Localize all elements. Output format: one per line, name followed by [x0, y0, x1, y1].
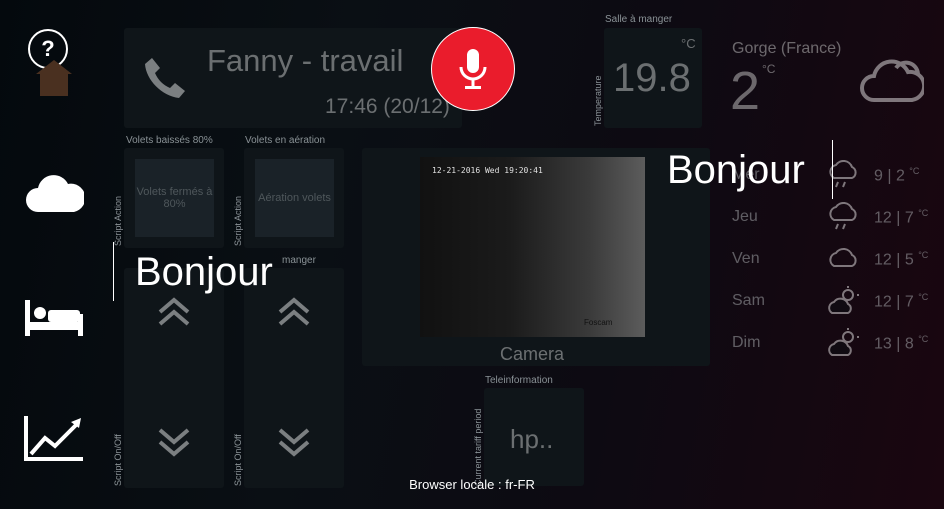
camera-timestamp: 12-21-2016 Wed 19:20:41 [432, 166, 543, 175]
weather-current-temp: 2 [730, 61, 761, 121]
forecast-day: Dim [732, 334, 761, 351]
forecast-unit: °C [918, 292, 929, 302]
forecast-temp: 12 | 5 [874, 251, 914, 269]
text-cursor [832, 140, 833, 199]
weather-nav-icon[interactable] [22, 166, 86, 222]
camera-overlay: Foscam [584, 318, 613, 327]
cloud-icon [858, 54, 927, 111]
microphone-button[interactable] [431, 27, 515, 111]
shutters-right-title: Volets en aération [245, 135, 326, 146]
room-temp-value: 19.8 [613, 56, 691, 100]
cloud-rain-icon [826, 202, 860, 237]
forecast-temp: 13 | 8 [874, 335, 914, 353]
bed-icon[interactable] [22, 290, 86, 346]
teleinfo-title: Teleinformation [485, 375, 553, 386]
room-temp-title: Salle à manger [605, 14, 673, 25]
chevron-up-icon[interactable] [276, 296, 312, 331]
forecast-unit: °C [909, 166, 920, 176]
chevron-up-icon[interactable] [156, 296, 192, 331]
aeration-volets-button[interactable]: Aération volets [255, 159, 334, 237]
forecast-row: Dim 13 | 8 °C [732, 328, 942, 358]
call-time: 17:46 (20/12) [325, 95, 450, 118]
script-action-label: Script Action [233, 195, 243, 246]
weather-current-unit: °C [762, 62, 776, 76]
locale-footer: Browser locale : fr-FR [409, 477, 535, 492]
forecast-row: Ven 12 | 5 °C [732, 244, 942, 274]
forecast-unit: °C [918, 250, 929, 260]
chart-icon[interactable] [22, 410, 86, 466]
forecast-unit: °C [918, 208, 929, 218]
shutters-manger-title: manger [282, 255, 316, 266]
chevron-down-icon[interactable] [156, 428, 192, 463]
voice-text-right: Bonjour [667, 148, 805, 192]
forecast-temp: 12 | 7 [874, 293, 914, 311]
script-action-label: Script Action [113, 195, 123, 246]
forecast-day: Ven [732, 250, 760, 267]
text-cursor [113, 242, 114, 301]
forecast-day: Jeu [732, 208, 758, 225]
forecast-row: Sam 12 | 7 °C [732, 286, 942, 316]
room-temp-unit: °C [681, 36, 696, 51]
volets-80-button[interactable]: Volets fermés à 80% [135, 159, 214, 237]
weather-location: Gorge (France) [732, 40, 842, 57]
teleinfo-value: hp.. [510, 424, 554, 454]
forecast-row: Jeu 12 | 7 °C [732, 202, 942, 232]
voice-text-left: Bonjour [135, 250, 273, 294]
forecast-temp: 12 | 7 [874, 209, 914, 227]
sun-cloud-icon [826, 328, 862, 363]
camera-feed[interactable] [420, 157, 645, 337]
phone-icon [142, 54, 188, 105]
teleinfo-side-label: Current tariff period [473, 408, 483, 486]
shutters-left-title: Volets baissés 80% [126, 135, 213, 146]
sun-cloud-icon [826, 286, 862, 321]
home-icon[interactable] [22, 50, 86, 106]
camera-label: Camera [500, 344, 565, 364]
call-name: Fanny - travail [207, 43, 404, 78]
forecast-unit: °C [918, 334, 929, 344]
room-temp-side-label: Temperature [593, 75, 603, 126]
chevron-down-icon[interactable] [276, 428, 312, 463]
microphone-icon [459, 49, 487, 89]
forecast-temp: 9 | 2 [874, 167, 905, 185]
cloud-icon [826, 244, 860, 275]
forecast-day: Sam [732, 292, 765, 309]
